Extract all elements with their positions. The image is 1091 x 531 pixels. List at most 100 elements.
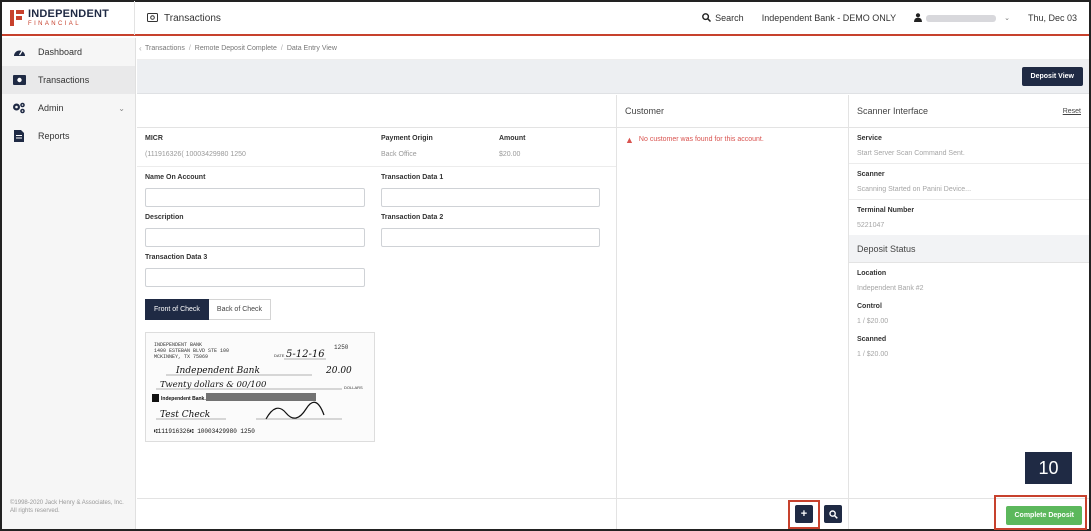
- user-icon: [914, 12, 923, 24]
- breadcrumb: Transactions / Remote Deposit Complete /…: [137, 38, 1089, 60]
- warning-text: No customer was found for this account.: [638, 136, 764, 143]
- breadcrumb-item: Data Entry View: [286, 45, 337, 52]
- scanner-panel: Scanner Interface Reset Service Start Se…: [849, 95, 1089, 498]
- complete-deposit-button[interactable]: Complete Deposit: [1006, 506, 1082, 525]
- transaction-data-2-label: Transaction Data 2: [381, 214, 444, 221]
- scanner-header: Scanner Interface Reset: [849, 95, 1089, 128]
- sidebar-item-transactions[interactable]: Transactions: [2, 66, 135, 94]
- add-item-button[interactable]: +: [795, 505, 813, 523]
- micr-value: (111916326( 10003429980 1250: [145, 151, 246, 158]
- search-button[interactable]: Search: [702, 12, 744, 24]
- chevron-down-icon: ⌄: [118, 103, 125, 113]
- bank-selector[interactable]: Independent Bank - DEMO ONLY: [762, 13, 896, 23]
- data-entry-panel: MICR (111916326( 10003429980 1250 Paymen…: [137, 95, 617, 498]
- cogs-icon: [12, 101, 26, 115]
- terminal-number-value: 5221047: [857, 222, 885, 229]
- check-amount-numeric: 20.00: [325, 366, 352, 376]
- service-label: Service: [857, 135, 882, 142]
- check-bank-name: Independent Bank.: [161, 396, 206, 402]
- sidebar-item-label: Transactions: [38, 75, 90, 85]
- breadcrumb-item[interactable]: Transactions: [145, 45, 185, 52]
- transaction-data-1-input[interactable]: [381, 188, 600, 207]
- payment-origin-value: Back Office: [381, 151, 417, 158]
- description-label: Description: [145, 214, 184, 221]
- tab-back-of-check[interactable]: Back of Check: [208, 299, 272, 320]
- check-dollars-label: DOLLARS: [344, 385, 363, 390]
- customer-panel: Customer ▲ No customer was found for thi…: [617, 95, 849, 498]
- check-memo: Test Check: [160, 410, 210, 420]
- control-label: Control: [857, 303, 882, 310]
- sidebar-item-label: Reports: [38, 131, 70, 141]
- check-image-tabs: Front of Check Back of Check: [145, 299, 616, 320]
- warning-icon: ▲: [625, 135, 634, 145]
- reset-link[interactable]: Reset: [1063, 108, 1081, 115]
- transaction-data-3-label: Transaction Data 3: [145, 254, 208, 261]
- service-value: Start Server Scan Command Sent.: [857, 150, 965, 157]
- user-name-redacted: [926, 14, 997, 22]
- money-icon: [12, 73, 26, 87]
- search-label: Search: [715, 13, 744, 23]
- terminal-number-label: Terminal Number: [857, 207, 915, 214]
- control-value: 1 / $20.00: [857, 318, 889, 325]
- scanner-title: Scanner Interface: [857, 106, 929, 116]
- customer-header: Customer: [617, 95, 848, 128]
- logo-main-text: INDEPENDENT: [28, 8, 110, 20]
- main-content: ‹ Transactions / Remote Deposit Complete…: [137, 38, 1089, 530]
- sidebar-item-reports[interactable]: Reports: [2, 122, 135, 150]
- search-icon: [828, 509, 838, 519]
- sidebar-item-label: Admin: [38, 103, 64, 113]
- sidebar-item-dashboard[interactable]: Dashboard: [2, 38, 135, 66]
- step-number-badge: 10: [1025, 452, 1072, 484]
- footer-bar: + Complete Deposit: [137, 495, 1089, 530]
- location-label: Location: [857, 270, 887, 277]
- description-input[interactable]: [145, 228, 365, 247]
- tab-front-of-check[interactable]: Front of Check: [145, 299, 209, 320]
- logo-mark-icon: [10, 10, 24, 26]
- check-bank-line3: MCKINNEY, TX 75069: [154, 354, 208, 360]
- scanner-label: Scanner: [857, 171, 885, 178]
- check-date-label: DATE: [274, 353, 285, 358]
- check-amount-words: Twenty dollars & 00/100: [160, 380, 267, 390]
- dashboard-icon: [12, 45, 26, 59]
- current-date: Thu, Dec 03: [1027, 13, 1077, 23]
- scanner-value: Scanning Started on Panini Device...: [857, 186, 972, 193]
- data-entry-header: [137, 95, 616, 128]
- money-icon: [147, 12, 158, 24]
- transaction-data-2-input[interactable]: [381, 228, 600, 247]
- logo-sub-text: FINANCIAL: [28, 21, 81, 27]
- location-value: Independent Bank #2: [857, 285, 924, 292]
- payment-origin-label: Payment Origin: [381, 135, 433, 142]
- report-icon: [12, 129, 26, 143]
- check-payee: Independent Bank: [175, 366, 260, 376]
- copyright-text: ©1998-2020 Jack Henry & Associates, Inc.…: [10, 499, 124, 514]
- page-title: Transactions: [164, 12, 221, 24]
- search-icon: [702, 12, 712, 24]
- deposit-status-header: Deposit Status: [849, 235, 1089, 263]
- scanned-label: Scanned: [857, 336, 887, 343]
- action-bar: Deposit View: [137, 60, 1089, 94]
- deposit-view-button[interactable]: Deposit View: [1021, 67, 1083, 86]
- name-on-account-input[interactable]: [145, 188, 365, 207]
- chevron-down-icon: ⌄: [1004, 15, 1010, 22]
- amount-label: Amount: [499, 135, 526, 142]
- check-number: 1250: [334, 344, 349, 351]
- user-menu[interactable]: ⌄: [914, 12, 1010, 24]
- check-micr-line: ⑆111916326⑆ 10003429980 1250: [154, 428, 255, 435]
- search-button[interactable]: [824, 505, 842, 523]
- transaction-data-1-label: Transaction Data 1: [381, 174, 444, 181]
- brand-logo[interactable]: INDEPENDENT FINANCIAL: [2, 1, 135, 35]
- check-image: INDEPENDENT BANK 1400 ESTEBAN BLVD STE 1…: [145, 332, 375, 442]
- check-date-value: 5-12-16: [286, 349, 325, 360]
- collapse-sidebar-icon[interactable]: ‹: [139, 44, 142, 53]
- scanned-value: 1 / $20.00: [857, 351, 889, 358]
- transaction-data-3-input[interactable]: [145, 268, 365, 287]
- no-customer-warning: ▲ No customer was found for this account…: [617, 128, 848, 153]
- breadcrumb-item[interactable]: Remote Deposit Complete: [195, 45, 277, 52]
- sidebar: Dashboard Transactions Admin ⌄ Reports ©…: [2, 38, 136, 529]
- name-on-account-label: Name On Account: [145, 174, 206, 181]
- sidebar-item-label: Dashboard: [38, 47, 83, 57]
- top-bar: INDEPENDENT FINANCIAL Transactions Searc…: [2, 1, 1089, 36]
- amount-value: $20.00: [499, 151, 521, 158]
- micr-label: MICR: [145, 135, 163, 142]
- sidebar-item-admin[interactable]: Admin ⌄: [2, 94, 135, 122]
